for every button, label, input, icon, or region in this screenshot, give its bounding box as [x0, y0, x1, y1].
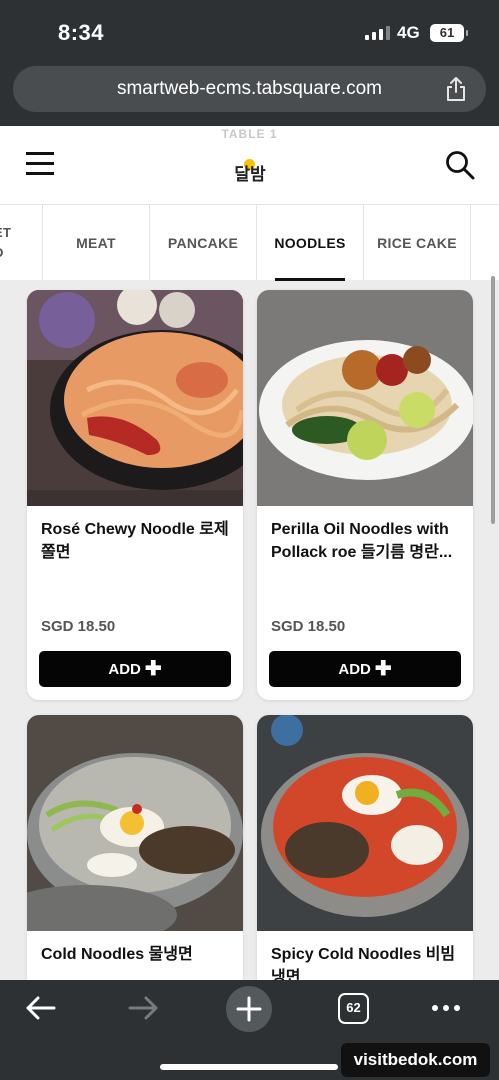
- battery-icon: 61: [430, 24, 468, 42]
- menu-item-price: SGD 18.50: [41, 618, 116, 635]
- more-dots-icon[interactable]: [432, 1005, 460, 1011]
- menu-item-price: SGD 18.50: [271, 618, 346, 635]
- active-tab-indicator: [275, 278, 345, 281]
- tab-switcher-button[interactable]: 62: [338, 993, 369, 1024]
- back-arrow-icon[interactable]: [24, 994, 56, 1022]
- plus-icon: ✚: [374, 657, 392, 680]
- browser-bottom-bar: 62 visitbedok.com: [0, 980, 499, 1080]
- tab-partial-label-1: ET: [0, 225, 12, 240]
- tab-pancake[interactable]: PANCAKE: [150, 205, 257, 281]
- menu-item-card[interactable]: Spicy Cold Noodles 비빔냉면: [257, 715, 473, 980]
- menu-item-name: Cold Noodles 물냉면: [41, 946, 193, 963]
- tab-noodles[interactable]: NOODLES: [257, 205, 364, 281]
- add-label: ADD: [108, 660, 141, 678]
- perilla-noodle-photo: [257, 290, 473, 506]
- plus-icon: ✚: [144, 657, 162, 680]
- plus-icon: [236, 996, 262, 1022]
- hamburger-menu-icon[interactable]: [26, 150, 54, 178]
- status-time: 8:34: [58, 20, 105, 45]
- tab-partial-label-2: D: [0, 243, 4, 263]
- home-indicator[interactable]: [160, 1064, 338, 1070]
- tab-rice-cake[interactable]: RICE CAKE: [364, 205, 471, 281]
- add-button[interactable]: ADD ✚: [269, 651, 461, 687]
- rose-noodle-photo: [27, 290, 243, 506]
- tab-meat[interactable]: MEAT: [43, 205, 150, 281]
- cold-noodle-photo: [27, 715, 243, 945]
- add-button[interactable]: ADD ✚: [39, 651, 231, 687]
- tab-label: RICE CAKE: [377, 235, 457, 251]
- tab-label: PANCAKE: [167, 235, 239, 251]
- add-label: ADD: [338, 660, 371, 678]
- forward-arrow-icon[interactable]: [128, 994, 160, 1022]
- spicy-cold-noodle-photo: [257, 715, 473, 931]
- phone-screen: 8:34 4G 61 smartweb-ecms.tabsquare.com T…: [0, 0, 499, 1080]
- site-header: TABLE 1 달밤: [0, 126, 499, 204]
- tab-label: MEAT: [76, 235, 116, 251]
- watermark: visitbedok.com: [341, 1043, 490, 1077]
- menu-item-name: Perilla Oil Noodles with Pollack roe 들기름…: [271, 521, 453, 561]
- status-bar: 8:34 4G 61: [0, 0, 499, 62]
- tab-label: NOODLES: [274, 235, 346, 251]
- menu-item-card[interactable]: Rosé Chewy Noodle 로제 쫄면 SGD 18.50 ADD ✚: [27, 290, 243, 700]
- address-bar[interactable]: smartweb-ecms.tabsquare.com: [13, 66, 486, 112]
- share-icon[interactable]: [444, 76, 468, 102]
- new-tab-button[interactable]: [226, 986, 272, 1032]
- menu-item-card[interactable]: Perilla Oil Noodles with Pollack roe 들기름…: [257, 290, 473, 700]
- category-tabs: ET D MEAT PANCAKE NOODLES RICE CAKE: [0, 204, 499, 281]
- network-type: 4G: [397, 23, 420, 42]
- restaurant-logo[interactable]: 달밤: [222, 156, 278, 192]
- menu-item-name: Rosé Chewy Noodle 로제 쫄면: [41, 521, 229, 561]
- logo-text: 달밤: [234, 165, 266, 185]
- page-scrollbar[interactable]: [491, 276, 495, 524]
- menu-item-card[interactable]: Cold Noodles 물냉면: [27, 715, 243, 980]
- menu-item-name: Spicy Cold Noodles 비빔냉면: [271, 946, 456, 980]
- search-icon[interactable]: [445, 150, 475, 180]
- address-url[interactable]: smartweb-ecms.tabsquare.com: [13, 78, 486, 100]
- table-label: TABLE 1: [221, 127, 278, 141]
- cellular-signal-icon: [365, 26, 390, 40]
- web-page: TABLE 1 달밤 ET D MEAT PANCAKE: [0, 126, 499, 980]
- tab-partial[interactable]: ET D: [0, 205, 43, 281]
- browser-toolbar: smartweb-ecms.tabsquare.com: [0, 62, 499, 126]
